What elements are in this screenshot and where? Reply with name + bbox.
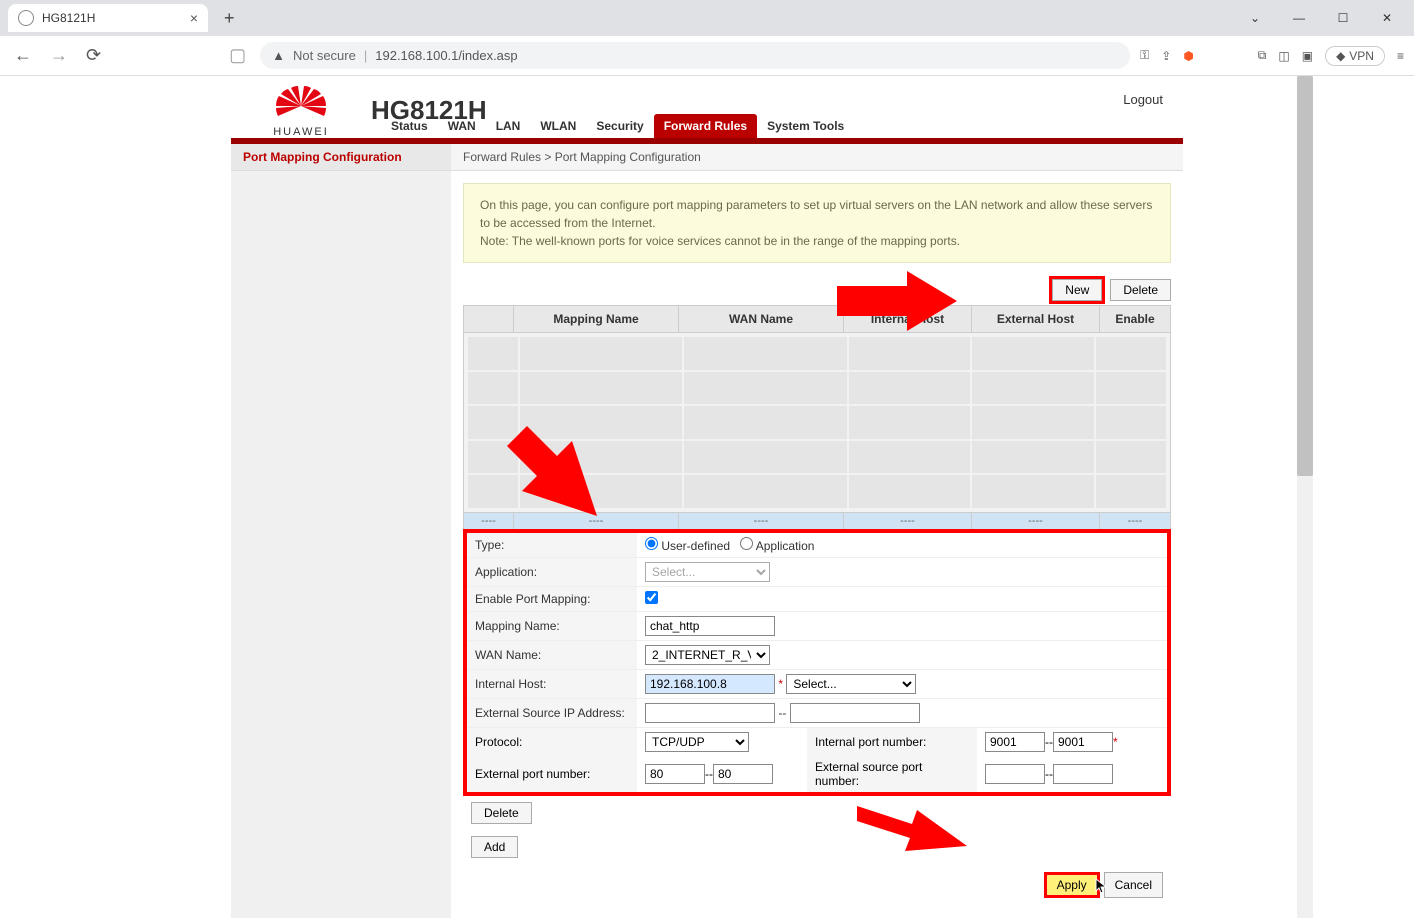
nav-status[interactable]: Status <box>381 114 438 138</box>
enable-label: Enable Port Mapping: <box>467 587 637 612</box>
ext-src-port-from[interactable] <box>985 764 1045 784</box>
nav-wan[interactable]: WAN <box>438 114 486 138</box>
huawei-logo <box>276 86 326 124</box>
radio-user-defined[interactable]: User-defined <box>645 539 730 553</box>
sidepanel-icon[interactable]: ◫ <box>1278 49 1289 63</box>
new-button[interactable]: New <box>1052 279 1102 301</box>
share-icon[interactable]: ⇪ <box>1161 49 1171 63</box>
application-select: Select... <box>645 562 770 582</box>
browser-tab[interactable]: HG8121H × <box>8 4 208 32</box>
mapping-name-label: Mapping Name: <box>467 612 637 641</box>
nav-wlan[interactable]: WLAN <box>530 114 586 138</box>
int-port-from[interactable] <box>985 732 1045 752</box>
vpn-badge[interactable]: ◆ VPN <box>1325 46 1385 66</box>
new-tab-button[interactable]: + <box>216 8 243 29</box>
int-port-to[interactable] <box>1053 732 1113 752</box>
type-label: Type: <box>467 533 637 558</box>
extensions-icon[interactable]: ⧉ <box>1258 48 1267 63</box>
reload-button[interactable]: ⟳ <box>82 41 105 70</box>
sidebar-port-mapping[interactable]: Port Mapping Configuration <box>231 144 451 171</box>
cursor-icon <box>1095 878 1109 896</box>
cancel-button[interactable]: Cancel <box>1104 872 1163 898</box>
radio-application[interactable]: Application <box>740 539 814 553</box>
key-icon[interactable]: ⚿ <box>1140 48 1149 63</box>
internal-host-select[interactable]: Select... <box>786 674 916 694</box>
minimize-icon[interactable]: — <box>1280 4 1318 32</box>
dropdown-chevron-icon[interactable]: ⌄ <box>1236 4 1274 32</box>
ext-port-from[interactable] <box>645 764 705 784</box>
tab-title: HG8121H <box>42 11 95 25</box>
bookmark-icon[interactable]: ▢ <box>225 41 250 70</box>
protocol-label: Protocol: <box>467 728 637 756</box>
ext-src-ip-from[interactable] <box>645 703 775 723</box>
scrollbar-thumb[interactable] <box>1297 76 1313 476</box>
security-label: Not secure <box>293 48 356 63</box>
maximize-icon[interactable]: ☐ <box>1324 4 1362 32</box>
grid-body <box>463 333 1171 513</box>
close-window-icon[interactable]: ✕ <box>1368 4 1406 32</box>
wan-name-select[interactable]: 2_INTERNET_R_VII <box>645 645 770 665</box>
nav-lan[interactable]: LAN <box>486 114 531 138</box>
brave-shield-icon[interactable]: ⬢ <box>1183 49 1193 63</box>
delete-row-button[interactable]: Delete <box>471 802 532 824</box>
url-text: 192.168.100.1/index.asp <box>375 48 517 63</box>
add-button[interactable]: Add <box>471 836 518 858</box>
selected-row[interactable]: ---- ---- ---- ---- ---- ---- <box>463 513 1171 530</box>
back-button[interactable]: ← <box>10 41 36 70</box>
nav-forward-rules[interactable]: Forward Rules <box>654 114 757 138</box>
int-port-label: Internal port number: <box>807 728 977 756</box>
close-tab-icon[interactable]: × <box>190 10 198 26</box>
ext-port-label: External port number: <box>467 756 637 792</box>
protocol-select[interactable]: TCP/UDP <box>645 732 749 752</box>
wallet-icon[interactable]: ▣ <box>1302 49 1313 63</box>
brand-text: HUAWEI <box>273 126 329 138</box>
scrollbar[interactable] <box>1297 76 1313 918</box>
address-bar[interactable]: ▲ Not secure | 192.168.100.1/index.asp <box>260 42 1130 69</box>
grid-header: Mapping Name WAN Name Internal Host Exte… <box>463 305 1171 333</box>
info-box: On this page, you can configure port map… <box>463 183 1171 263</box>
internal-host-label: Internal Host: <box>467 670 637 699</box>
ext-src-ip-to[interactable] <box>790 703 920 723</box>
ext-port-to[interactable] <box>713 764 773 784</box>
breadcrumb: Forward Rules > Port Mapping Configurati… <box>451 144 1183 171</box>
internal-host-input[interactable] <box>645 674 775 694</box>
delete-button[interactable]: Delete <box>1110 279 1171 301</box>
warning-icon: ▲ <box>272 48 285 63</box>
application-label: Application: <box>467 558 637 587</box>
wan-name-label: WAN Name: <box>467 641 637 670</box>
ext-src-port-label: External source port number: <box>807 756 977 792</box>
logout-link[interactable]: Logout <box>1123 92 1163 107</box>
globe-icon <box>18 10 34 26</box>
menu-icon[interactable]: ≡ <box>1397 49 1404 63</box>
mapping-name-input[interactable] <box>645 616 775 636</box>
ext-src-ip-label: External Source IP Address: <box>467 699 637 728</box>
form-section: Type: User-defined Application Applicati… <box>463 529 1171 796</box>
apply-button[interactable]: Apply <box>1044 872 1100 898</box>
forward-button[interactable]: → <box>46 41 72 70</box>
enable-checkbox[interactable] <box>645 591 658 604</box>
nav-security[interactable]: Security <box>586 114 653 138</box>
nav-system-tools[interactable]: System Tools <box>757 114 854 138</box>
ext-src-port-to[interactable] <box>1053 764 1113 784</box>
